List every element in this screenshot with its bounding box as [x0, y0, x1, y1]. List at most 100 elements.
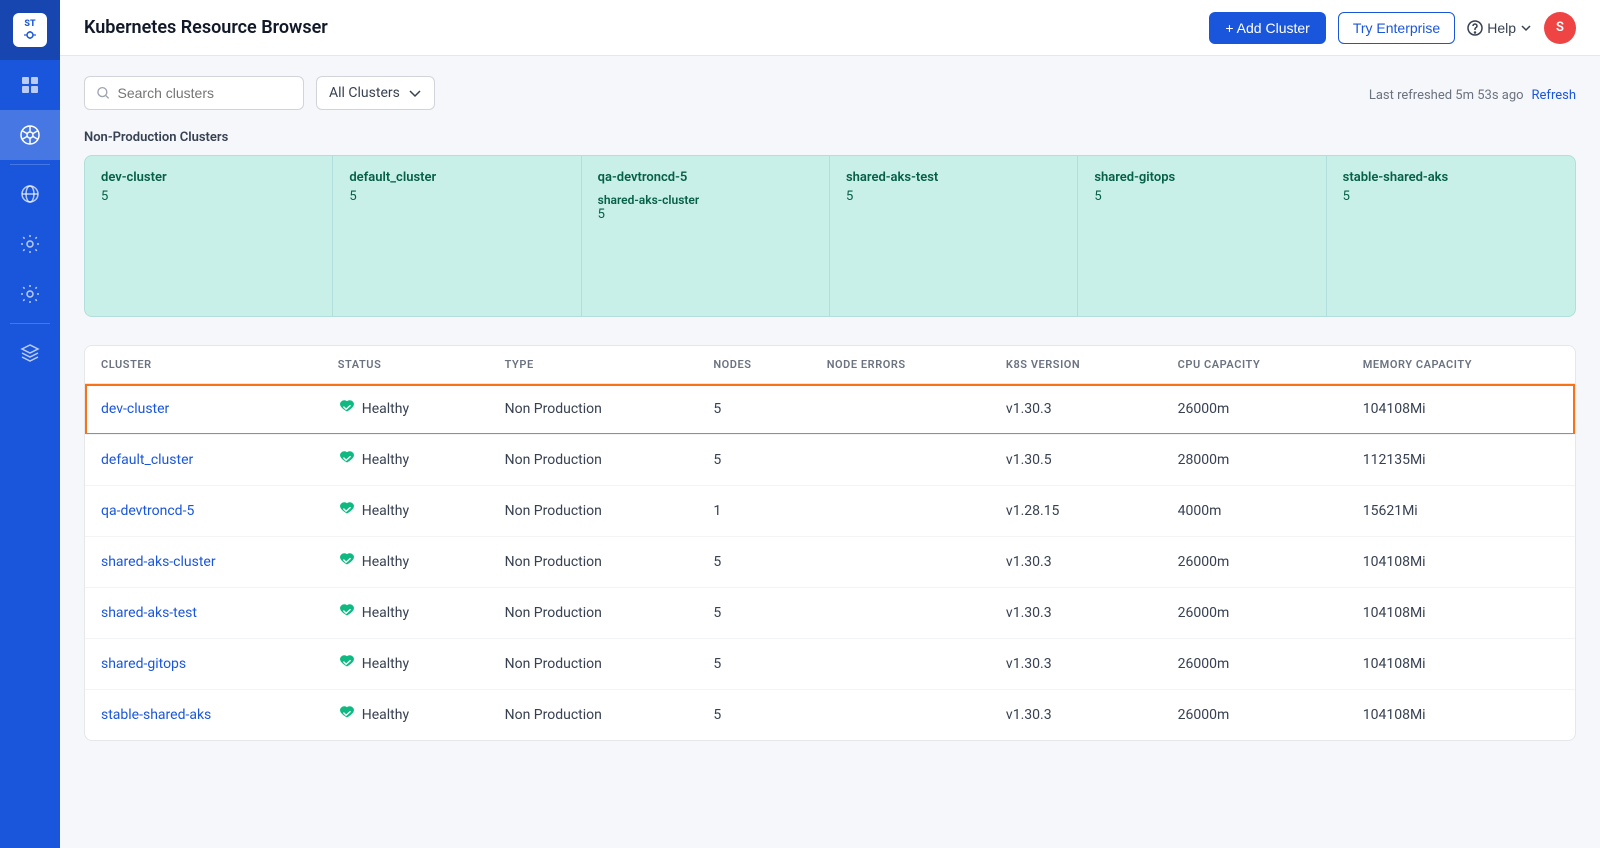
cluster-filter-dropdown[interactable]: All Clusters	[316, 76, 435, 110]
cell-cluster[interactable]: dev-cluster	[85, 384, 322, 435]
sidebar-icon-globe[interactable]	[0, 169, 60, 219]
table-row[interactable]: dev-cluster HealthyNon Production5v1.30.…	[85, 384, 1575, 435]
avatar[interactable]: S	[1544, 12, 1576, 44]
card-name: shared-aks-test	[846, 170, 1061, 185]
table-row[interactable]: stable-shared-aks HealthyNon Production5…	[85, 690, 1575, 741]
table-row[interactable]: qa-devtroncd-5 HealthyNon Production1v1.…	[85, 486, 1575, 537]
cell-k8s-version: v1.30.3	[990, 384, 1162, 435]
cell-status: Healthy	[322, 537, 489, 588]
health-icon	[338, 500, 356, 522]
cell-cluster[interactable]: shared-aks-test	[85, 588, 322, 639]
cell-memory-capacity: 104108Mi	[1347, 690, 1575, 741]
cell-status: Healthy	[322, 435, 489, 486]
sidebar-divider-1	[10, 164, 50, 165]
cell-memory-capacity: 15621Mi	[1347, 486, 1575, 537]
sidebar-divider-2	[10, 323, 50, 324]
health-icon	[338, 551, 356, 573]
sidebar-logo[interactable]: ST	[0, 0, 60, 60]
col-cpu-capacity: CPU CAPACITY	[1162, 346, 1347, 384]
health-icon	[338, 602, 356, 624]
cluster-card-stable-shared-aks[interactable]: stable-shared-aks 5	[1327, 156, 1575, 316]
cell-k8s-version: v1.30.3	[990, 639, 1162, 690]
sidebar-icon-layers[interactable]	[0, 328, 60, 378]
cluster-link[interactable]: qa-devtroncd-5	[101, 503, 194, 519]
card-count: 5	[1343, 189, 1559, 204]
cell-memory-capacity: 104108Mi	[1347, 639, 1575, 690]
search-icon	[97, 86, 110, 100]
health-icon	[338, 449, 356, 471]
cell-k8s-version: v1.30.5	[990, 435, 1162, 486]
cell-node-errors	[811, 486, 990, 537]
help-button[interactable]: Help	[1467, 20, 1532, 36]
cluster-link[interactable]: shared-gitops	[101, 656, 186, 672]
cell-status: Healthy	[322, 690, 489, 741]
cluster-card-shared-aks-test[interactable]: shared-aks-test 5	[830, 156, 1078, 316]
cell-type: Non Production	[489, 588, 698, 639]
cluster-card-dev[interactable]: dev-cluster 5	[85, 156, 333, 316]
card-name: dev-cluster	[101, 170, 316, 185]
cell-memory-capacity: 104108Mi	[1347, 384, 1575, 435]
cluster-card-default[interactable]: default_cluster 5	[333, 156, 581, 316]
card-sub-name: shared-aks-cluster	[598, 193, 813, 207]
sidebar-icon-kubernetes[interactable]	[0, 110, 60, 160]
cell-status: Healthy	[322, 639, 489, 690]
cell-cpu-capacity: 26000m	[1162, 537, 1347, 588]
cell-nodes: 5	[697, 639, 810, 690]
search-input[interactable]	[118, 85, 291, 101]
cell-cpu-capacity: 26000m	[1162, 384, 1347, 435]
sidebar-icon-settings[interactable]	[0, 219, 60, 269]
cluster-card-qa[interactable]: qa-devtroncd-5 shared-aks-cluster 5	[582, 156, 830, 316]
topbar: Kubernetes Resource Browser + Add Cluste…	[60, 0, 1600, 56]
logo-mark: ST	[13, 13, 47, 47]
cell-k8s-version: v1.30.3	[990, 588, 1162, 639]
card-count: 5	[101, 189, 316, 204]
card-count: 5	[846, 189, 1061, 204]
table-row[interactable]: default_cluster HealthyNon Production5v1…	[85, 435, 1575, 486]
card-count: 5	[349, 189, 564, 204]
cell-status: Healthy	[322, 486, 489, 537]
table-row[interactable]: shared-aks-cluster HealthyNon Production…	[85, 537, 1575, 588]
card-name: stable-shared-aks	[1343, 170, 1559, 185]
card-name: shared-gitops	[1094, 170, 1309, 185]
filter-bar: All Clusters Last refreshed 5m 53s ago R…	[84, 76, 1576, 110]
cell-nodes: 5	[697, 435, 810, 486]
cell-nodes: 1	[697, 486, 810, 537]
cluster-card-shared-gitops[interactable]: shared-gitops 5	[1078, 156, 1326, 316]
table-row[interactable]: shared-gitops HealthyNon Production5v1.3…	[85, 639, 1575, 690]
sidebar-icon-config[interactable]	[0, 269, 60, 319]
cluster-link[interactable]: shared-aks-test	[101, 605, 197, 621]
filter-left: All Clusters	[84, 76, 435, 110]
cluster-filter-label: All Clusters	[329, 85, 400, 101]
cell-type: Non Production	[489, 537, 698, 588]
cell-cluster[interactable]: qa-devtroncd-5	[85, 486, 322, 537]
cluster-link[interactable]: shared-aks-cluster	[101, 554, 216, 570]
col-memory-capacity: MEMORY CAPACITY	[1347, 346, 1575, 384]
refresh-info: Last refreshed 5m 53s ago	[1369, 88, 1524, 103]
cell-cluster[interactable]: stable-shared-aks	[85, 690, 322, 741]
cluster-link[interactable]: dev-cluster	[101, 401, 169, 417]
try-enterprise-button[interactable]: Try Enterprise	[1338, 12, 1455, 44]
cluster-table: CLUSTER STATUS TYPE NODES NODE ERRORS K8…	[85, 346, 1575, 740]
cell-type: Non Production	[489, 384, 698, 435]
cell-nodes: 5	[697, 537, 810, 588]
cell-cluster[interactable]: shared-gitops	[85, 639, 322, 690]
help-label: Help	[1487, 20, 1516, 36]
sidebar-icon-apps[interactable]	[0, 60, 60, 110]
cell-cpu-capacity: 26000m	[1162, 588, 1347, 639]
search-box[interactable]	[84, 76, 304, 110]
cluster-link[interactable]: default_cluster	[101, 452, 193, 468]
card-name: qa-devtroncd-5	[598, 170, 813, 185]
table-row[interactable]: shared-aks-test HealthyNon Production5v1…	[85, 588, 1575, 639]
cell-cluster[interactable]: default_cluster	[85, 435, 322, 486]
add-cluster-button[interactable]: + Add Cluster	[1209, 12, 1325, 44]
card-sub-count: 5	[598, 207, 813, 222]
topbar-actions: + Add Cluster Try Enterprise Help S	[1209, 12, 1576, 44]
cell-nodes: 5	[697, 588, 810, 639]
cell-cpu-capacity: 26000m	[1162, 690, 1347, 741]
sidebar: ST	[0, 0, 60, 848]
cluster-link[interactable]: stable-shared-aks	[101, 707, 211, 723]
refresh-button[interactable]: Refresh	[1532, 88, 1576, 103]
col-status: STATUS	[322, 346, 489, 384]
table-body: dev-cluster HealthyNon Production5v1.30.…	[85, 384, 1575, 741]
cell-cluster[interactable]: shared-aks-cluster	[85, 537, 322, 588]
